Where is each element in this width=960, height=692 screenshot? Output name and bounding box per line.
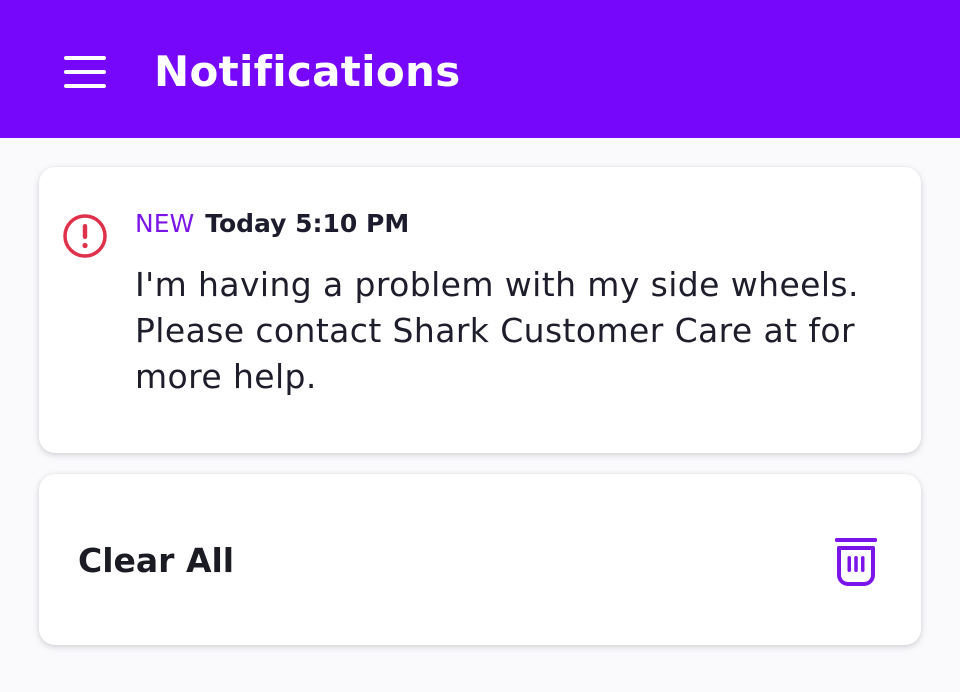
notification-card[interactable]: NEW Today 5:10 PM I'm having a problem wi… [39,167,921,453]
page-title: Notifications [154,47,461,96]
notification-message: I'm having a problem with my side wheels… [135,265,859,396]
new-badge: NEW [135,209,195,238]
notification-timestamp: Today 5:10 PM [205,209,410,238]
menu-button[interactable] [60,50,112,94]
clear-all-row[interactable]: Clear All [39,474,921,645]
clear-all-button[interactable] [831,534,881,590]
app-bar: Notifications [0,0,960,138]
alert-circle-icon [61,212,109,260]
notification-meta: NEW Today 5:10 PM [135,208,409,240]
clear-all-label[interactable]: Clear All [78,540,234,582]
hamburger-menu-icon[interactable] [60,50,112,94]
trash-icon[interactable] [831,534,881,590]
